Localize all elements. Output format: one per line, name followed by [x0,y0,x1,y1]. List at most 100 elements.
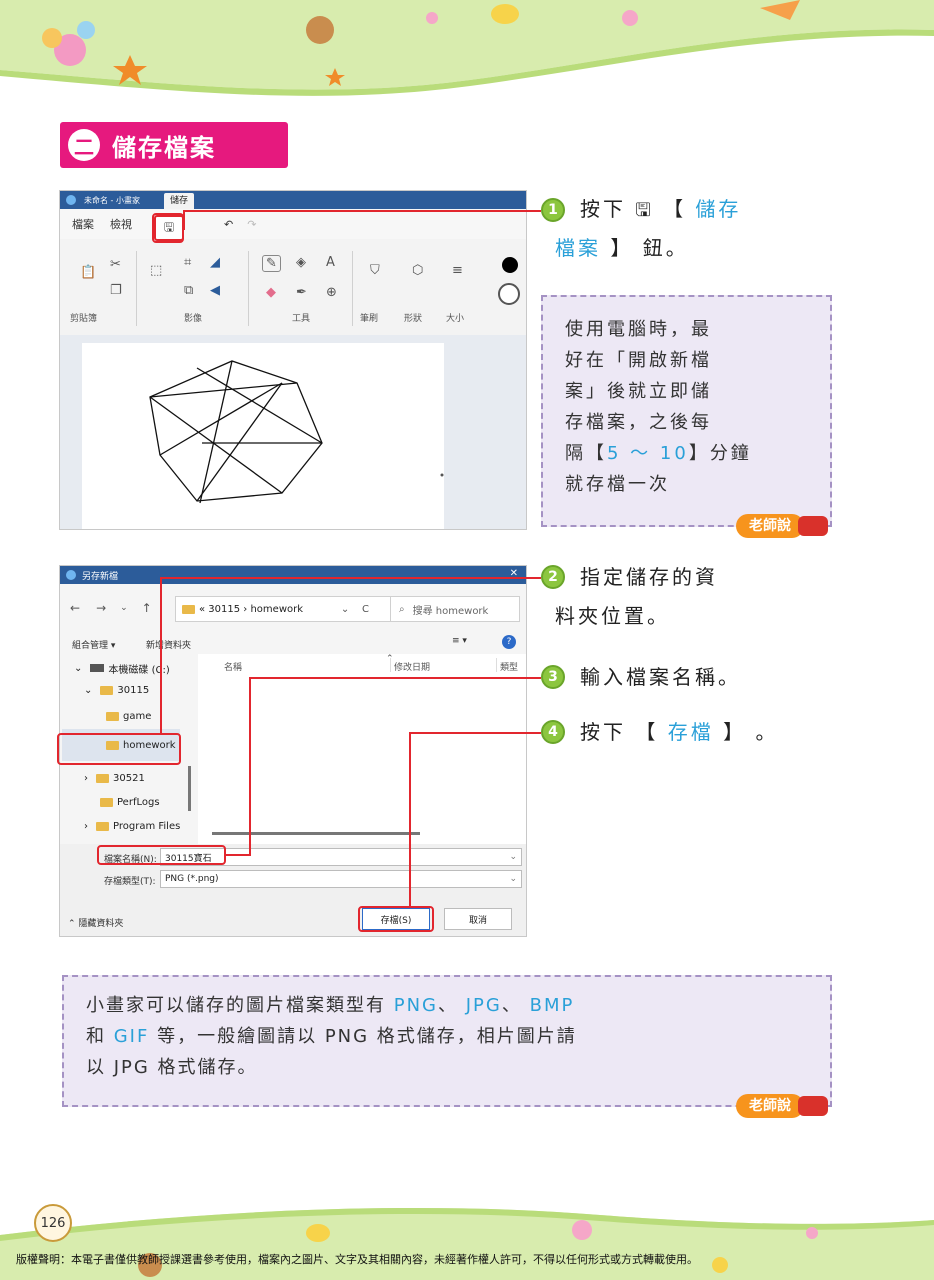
connector-step2 [160,577,162,734]
magnifier-icon[interactable]: ⊕ [326,285,337,300]
organize-button[interactable]: 組合管理 ▾ [72,638,115,651]
filetype-value: PNG (*.png) [165,874,219,884]
menu-file[interactable]: 檔案 [72,216,94,232]
up-icon[interactable]: ↑ [142,601,152,615]
flip-icon[interactable]: ◀ [210,283,220,298]
tree-item-drive[interactable]: ⌄ 本機磁碟 (C:) [74,658,170,678]
connector-step1 [183,210,541,212]
crop-icon[interactable]: ⌗ [184,255,191,270]
menu-view[interactable]: 檢視 [110,216,132,232]
group-label-size: 大小 [446,314,465,324]
hide-folders-label: 隱藏資料夾 [78,919,124,929]
column-name[interactable]: 名稱 [224,660,242,673]
address-path: « 30115 › homework [199,603,304,615]
step-2-number: 2 [541,565,565,589]
tip-1-line: 存檔案，之後每 [565,412,712,433]
tip-1-line: 好在「開啟新檔 [565,350,712,371]
step-1-number: 1 [541,198,565,222]
refresh-icon[interactable]: ⌄ C [341,604,369,615]
new-folder-button[interactable]: 新增資料夾 [146,638,191,651]
dialog-toolbar: 組合管理 ▾ 新增資料夾 ≡ ▾ ? [60,632,526,654]
paste-icon[interactable]: 📋 [80,265,96,280]
text-icon[interactable]: A [326,255,335,270]
folder-icon [182,604,195,614]
saveas-titlebar: 另存新檔 ✕ [60,566,526,584]
chevron-down-icon[interactable]: ⌄ [509,874,517,884]
size-icon[interactable]: ≡ [452,263,463,278]
cancel-button[interactable]: 取消 [444,908,512,930]
shapes-icon[interactable]: ⬡ [412,263,423,278]
save-icon: 🖫 [635,200,654,221]
connector-step4 [409,732,411,908]
chevron-down-icon[interactable]: ⌄ [120,603,128,613]
chevron-right-icon: › [84,772,88,784]
teacher-says-label: 老師說 [736,514,804,538]
step-2-text-line2: 料夾位置。 [555,604,670,628]
format-jpg: JPG [465,995,502,1016]
chevron-up-icon: ⌃ [68,919,79,929]
forward-icon[interactable]: → [96,601,106,615]
pencil-icon[interactable]: ✎ [262,255,281,272]
copy-icon[interactable]: ❐ [110,283,122,298]
redo-icon[interactable]: ↷ [247,218,256,231]
group-label-shapes: 形狀 [404,314,423,324]
help-icon[interactable]: ? [502,635,516,649]
step-4-number: 4 [541,720,565,744]
step-4-bracket-close: 】 [723,720,747,744]
cut-icon[interactable]: ✂ [110,257,121,272]
resize-icon[interactable]: ⧉ [184,283,193,298]
undo-icon[interactable]: ↶ [224,218,233,231]
view-options-icon[interactable]: ≡ ▾ [452,636,467,646]
cancel-button-label: 取消 [468,915,487,926]
folder-icon [96,821,109,831]
brush-icon[interactable]: ⛉ [370,263,380,278]
tip-box-2-text: 小畫家可以儲存的圖片檔案類型有 PNG、 JPG、 BMP 和 GIF 等，一般… [86,990,826,1083]
address-bar[interactable]: « 30115 › homework ⌄ C [175,596,400,622]
tree-item-30521[interactable]: › 30521 [84,768,145,788]
connector-step3 [249,677,541,679]
top-decoration [0,0,934,96]
filetype-select[interactable]: PNG (*.png) ⌄ [160,870,522,888]
tip-1-line: 使用電腦時，最 [565,319,712,340]
tree-label: PerfLogs [117,796,160,808]
step-3-number: 3 [541,665,565,689]
group-label-clipboard: 剪貼簿 [70,314,98,324]
horizontal-scrollbar[interactable] [212,832,420,835]
drawing-canvas[interactable] [82,343,444,530]
fill-icon[interactable]: ◈ [296,255,306,270]
step-1-name-line2: 檔案 [555,236,601,260]
tree-label: Program Files [113,820,181,832]
paint-menubar: 檔案 檢視 ↶ ↷ [60,209,526,239]
step-1-bracket-open: 【 [663,197,687,221]
train-icon [798,516,828,536]
group-label-brushes: 筆刷 [360,314,379,324]
folder-icon [96,773,109,783]
step-4-bracket-open: 【 [635,720,659,744]
tip-1-text: 隔 [565,443,586,464]
column-type[interactable]: 類型 [500,660,518,673]
chevron-down-icon[interactable]: ⌄ [509,852,517,862]
select-icon[interactable]: ⬚ [150,263,162,278]
tree-item-perflogs[interactable]: PerfLogs [100,792,160,812]
eraser-icon[interactable]: ◆ [266,285,276,300]
back-icon[interactable]: ← [70,601,80,615]
color-black[interactable] [502,257,518,273]
color-white[interactable] [498,283,520,305]
paint-window: 未命名 - 小畫家 儲存 檔案 檢視 ↶ ↷ 🖫 📋 ✂ ❐ ⬚ ⌗ ◢ ⧉ ◀… [59,190,527,530]
tree-item-game[interactable]: game [106,706,151,726]
step-1-bracket-close: 】 [610,236,634,260]
step-3-text: 輸入檔案名稱。 [580,665,741,689]
hide-folders-toggle[interactable]: ⌃ 隱藏資料夾 [68,916,123,929]
search-input[interactable]: ⌕ 搜尋 homework [390,596,520,622]
tip-2-line-3: 以 JPG 格式儲存。 [86,1057,258,1078]
tree-scrollbar[interactable] [188,766,191,811]
rotate-icon[interactable]: ◢ [210,255,220,270]
tree-item-30115[interactable]: ⌄ 30115 [84,680,149,700]
step-4-text: 按下 【 存檔 】 。 [580,714,778,750]
tree-item-program-files[interactable]: › Program Files [84,816,180,836]
tip-1-line: 案」後就立即儲 [565,381,712,402]
column-modified[interactable]: 修改日期 [394,660,430,673]
paint-app-icon [66,195,76,205]
color-picker-icon[interactable]: ✒ [296,285,307,300]
page-number: 126 [34,1204,72,1242]
